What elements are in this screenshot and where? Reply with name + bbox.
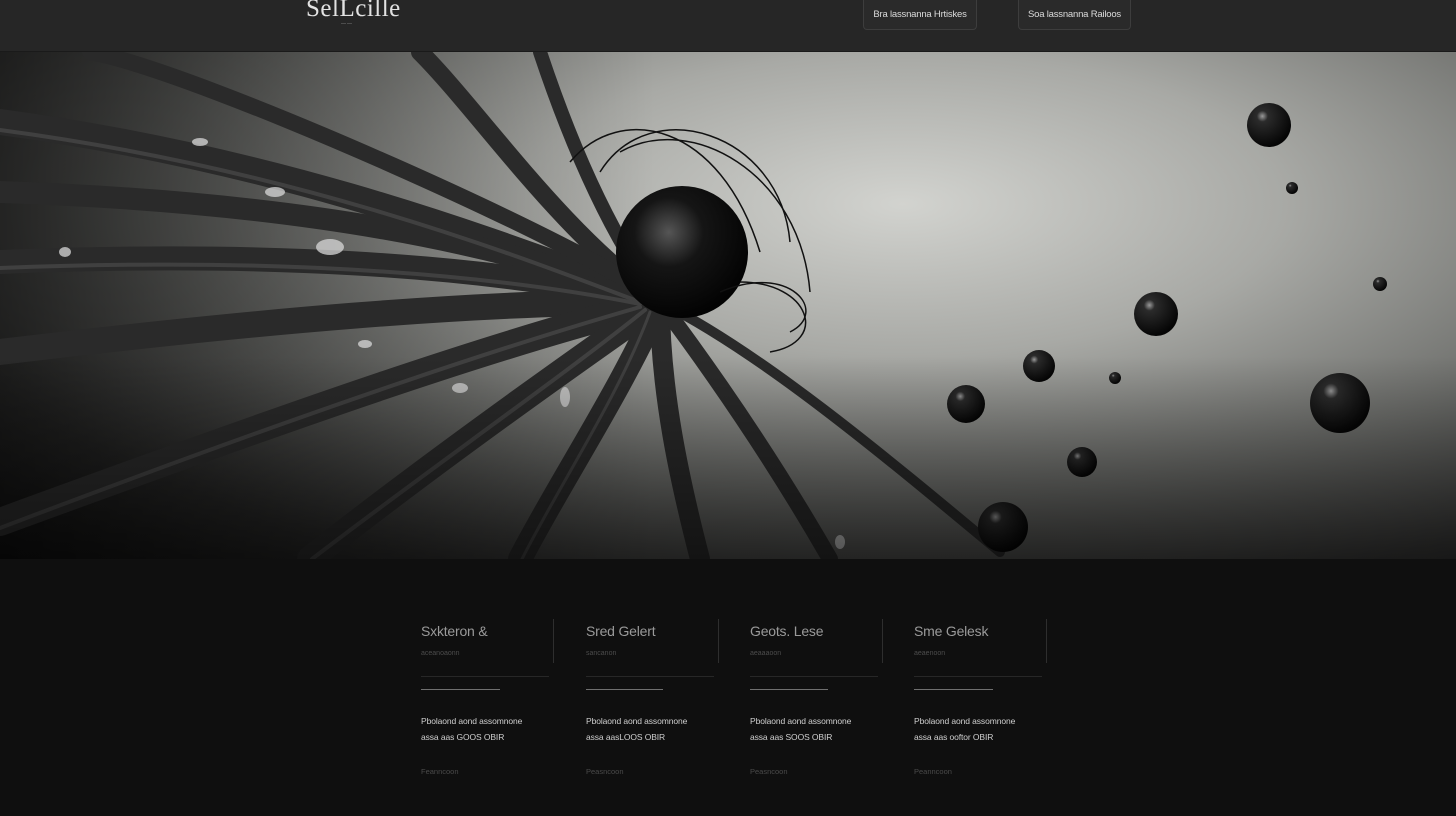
card-link[interactable]: Feanncoon [421,767,459,776]
card-rule [421,676,549,677]
card-body: Pbolaond aond assomnone assa aas ooftor … [914,713,1046,745]
card-accent-line [750,689,828,690]
feature-cards: Sxkteron & aceanoaonn Pbolaond aond asso… [421,619,1047,779]
card-divider [1046,619,1047,663]
card-body-line: assa aasLOOS OBIR [586,732,666,742]
feature-card: Geots. Lese aeaaaoon Pbolaond aond assom… [750,619,883,779]
nav-button-2[interactable]: Soa lassnanna Railoos [1018,0,1131,30]
card-body: Pbolaond aond assomnone assa aas SOOS OB… [750,713,882,745]
top-header: SelLcille —— Bra lassnanna Hrtiskes Soa … [0,0,1456,52]
card-rule [914,676,1042,677]
card-subtitle: aceanoaonn [421,650,460,657]
card-title: Sred Gelert [586,623,656,639]
card-body-line: assa aas GOOS OBIR [421,732,505,742]
feature-card: Sxkteron & aceanoaonn Pbolaond aond asso… [421,619,554,779]
card-body-line: Pbolaond aond assomnone [586,716,688,726]
logo-tagline: —— [341,21,353,27]
card-divider [553,619,554,663]
card-title: Sme Gelesk [914,623,989,639]
hero-image [0,52,1456,559]
card-subtitle: aeaenoon [914,650,946,657]
card-subtitle: aeaaaoon [750,650,782,657]
card-subtitle: sancanon [586,650,617,657]
card-divider [718,619,719,663]
nav-button-1[interactable]: Bra lassnanna Hrtiskes [863,0,977,30]
feature-card: Sme Gelesk aeaenoon Pbolaond aond assomn… [914,619,1047,779]
card-title: Sxkteron & [421,623,488,639]
feature-card: Sred Gelert sancanon Pbolaond aond assom… [586,619,719,779]
card-body: Pbolaond aond assomnone assa aasLOOS OBI… [586,713,718,745]
card-link[interactable]: Peasncoon [586,767,624,776]
card-accent-line [586,689,663,690]
card-title: Geots. Lese [750,623,824,639]
card-link[interactable]: Peasncoon [750,767,788,776]
card-body-line: Pbolaond aond assomnone [914,716,1016,726]
card-body-line: assa aas SOOS OBIR [750,732,833,742]
card-rule [586,676,714,677]
card-body-line: Pbolaond aond assomnone [750,716,852,726]
card-body-line: Pbolaond aond assomnone [421,716,523,726]
card-link[interactable]: Peanncoon [914,767,952,776]
card-body-line: assa aas ooftor OBIR [914,732,994,742]
site-logo[interactable]: SelLcille [306,0,401,23]
card-body: Pbolaond aond assomnone assa aas GOOS OB… [421,713,553,745]
card-divider [882,619,883,663]
hero-illustration [0,52,1456,559]
card-rule [750,676,878,677]
card-accent-line [914,689,993,690]
card-accent-line [421,689,500,690]
